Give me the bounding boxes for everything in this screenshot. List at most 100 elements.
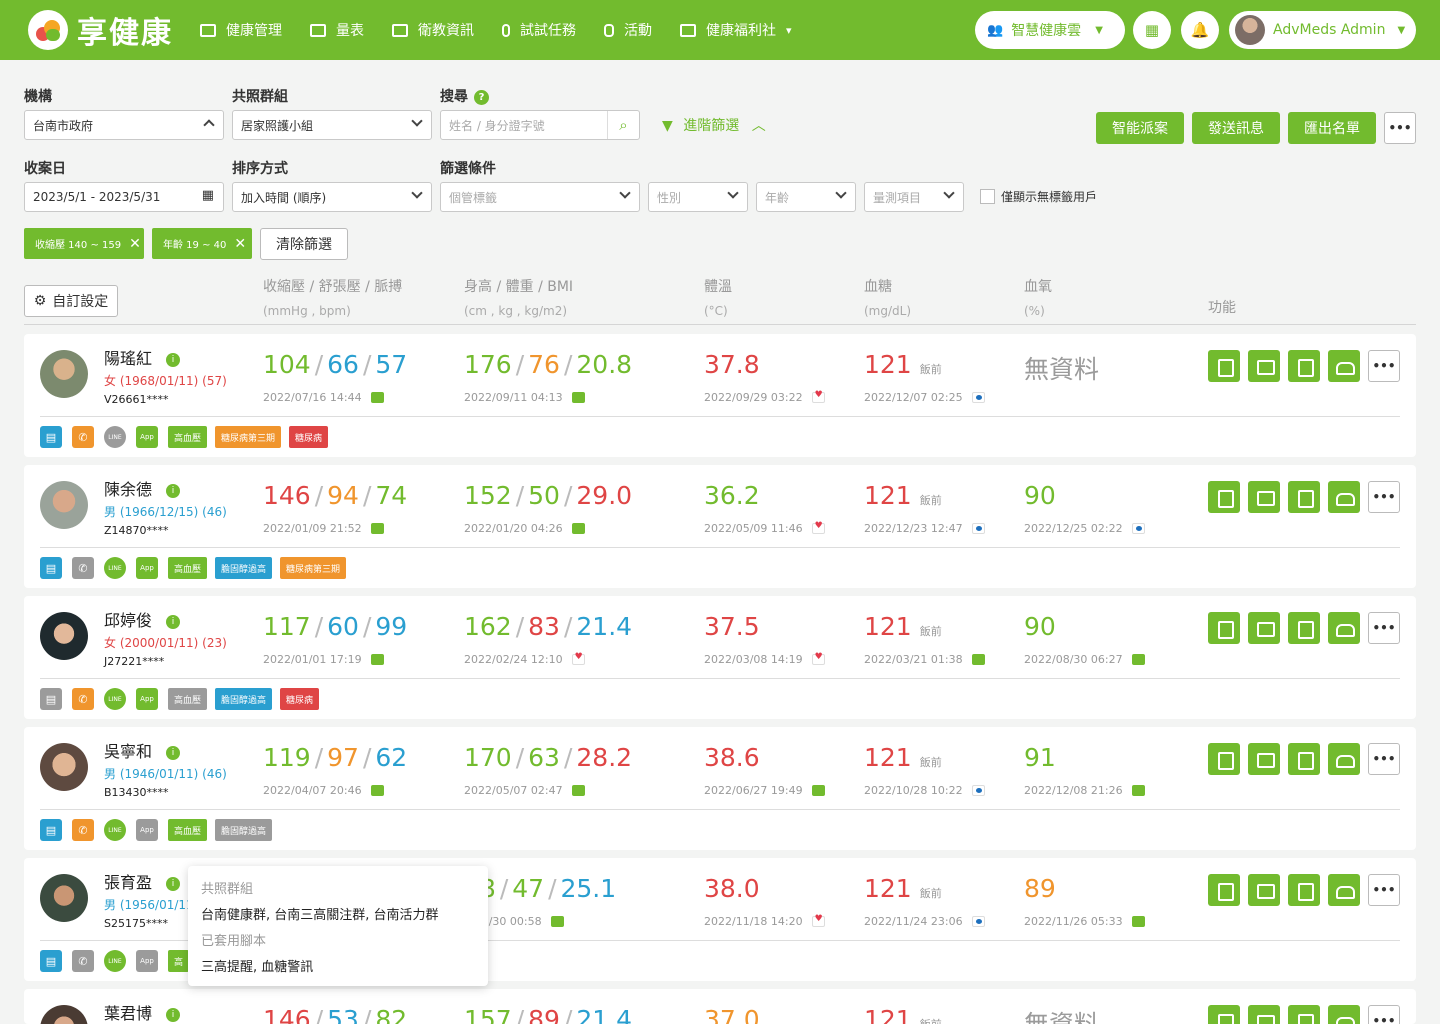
line-icon[interactable]: LINE [104, 557, 126, 579]
filter-chip[interactable]: 收縮壓 140 ~ 159 ✕ [24, 228, 144, 259]
close-icon[interactable]: ✕ [234, 236, 246, 252]
id-card-icon[interactable]: ▤ [40, 426, 62, 448]
patient-name[interactable]: 陽瑤紅 i [104, 345, 181, 369]
patient-avatar[interactable] [40, 350, 88, 398]
edit-record-button[interactable] [1288, 481, 1320, 513]
untagged-only-checkbox[interactable]: 僅顯示無標籤用戶 [980, 188, 1097, 205]
phone-icon[interactable]: ✆ [72, 950, 94, 972]
app-logo[interactable]: 享健康 [28, 9, 173, 51]
patient-name[interactable]: 吳寧和 i [104, 738, 181, 762]
patient-avatar[interactable] [40, 874, 88, 922]
id-card-icon[interactable]: ▤ [40, 819, 62, 841]
measure-select[interactable]: 量測項目 [864, 182, 964, 212]
tag-select[interactable]: 個管標籤 [440, 182, 640, 212]
patient-avatar[interactable] [40, 612, 88, 660]
help-icon[interactable]: ? [474, 89, 489, 105]
profile-button[interactable] [1208, 874, 1240, 906]
row-more-button[interactable]: ••• [1368, 612, 1400, 644]
app-icon[interactable]: App [136, 950, 158, 972]
profile-button[interactable] [1208, 481, 1240, 513]
group-button[interactable] [1328, 350, 1360, 382]
search-icon[interactable]: ⌕ [607, 111, 639, 139]
age-select[interactable]: 年齡 [756, 182, 856, 212]
edit-record-button[interactable] [1288, 612, 1320, 644]
phone-icon[interactable]: ✆ [72, 819, 94, 841]
group-button[interactable] [1328, 743, 1360, 775]
profile-button[interactable] [1208, 350, 1240, 382]
more-button[interactable]: ••• [1384, 112, 1416, 144]
close-icon[interactable]: ✕ [129, 236, 141, 252]
patient-name[interactable]: 葉君博 i [104, 1000, 181, 1024]
id-card-icon[interactable]: ▤ [40, 950, 62, 972]
user-menu[interactable]: AdvMeds Admin ▼ [1229, 11, 1416, 49]
patient-avatar[interactable] [40, 1005, 88, 1024]
id-card-icon[interactable]: ▤ [40, 688, 62, 710]
group-button[interactable] [1328, 481, 1360, 513]
nav-scales[interactable]: 量表 [310, 20, 364, 40]
sort-select[interactable]: 加入時間 (順序) [232, 182, 432, 212]
row-more-button[interactable]: ••• [1368, 350, 1400, 382]
smart-dispatch-button[interactable]: 智能派案 [1096, 112, 1184, 144]
clear-filter-button[interactable]: 清除篩選 [260, 228, 348, 260]
profile-button[interactable] [1208, 612, 1240, 644]
nav-education[interactable]: 衛教資訊 [392, 20, 474, 40]
line-icon[interactable]: LINE [104, 950, 126, 972]
info-icon[interactable]: i [166, 1008, 181, 1022]
filter-chip[interactable]: 年齡 19 ~ 40 ✕ [152, 228, 252, 259]
edit-record-button[interactable] [1288, 743, 1320, 775]
row-more-button[interactable]: ••• [1368, 481, 1400, 513]
patient-avatar[interactable] [40, 481, 88, 529]
card-button[interactable] [1248, 874, 1280, 906]
edit-record-button[interactable] [1288, 350, 1320, 382]
card-button[interactable] [1248, 1005, 1280, 1024]
app-icon[interactable]: App [136, 426, 158, 448]
nav-welfare-shop[interactable]: 健康福利社 ▾ [680, 20, 792, 40]
app-icon[interactable]: App [136, 557, 158, 579]
grid-button[interactable]: ▦ [1133, 11, 1171, 49]
send-message-button[interactable]: 發送訊息 [1192, 112, 1280, 144]
row-more-button[interactable]: ••• [1368, 743, 1400, 775]
card-button[interactable] [1248, 481, 1280, 513]
phone-icon[interactable]: ✆ [72, 557, 94, 579]
edit-record-button[interactable] [1288, 1005, 1320, 1024]
info-icon[interactable]: i [166, 877, 181, 891]
smart-cloud-dropdown[interactable]: 👥 智慧健康雲 ▼ [975, 11, 1125, 49]
phone-icon[interactable]: ✆ [72, 688, 94, 710]
profile-button[interactable] [1208, 743, 1240, 775]
edit-record-button[interactable] [1288, 874, 1320, 906]
id-card-icon[interactable]: ▤ [40, 557, 62, 579]
advanced-filter-toggle[interactable]: ▼ 進階篩選 ︿ [662, 115, 766, 135]
app-icon[interactable]: App [136, 688, 158, 710]
nav-health-management[interactable]: 健康管理 [200, 20, 282, 40]
patient-avatar[interactable] [40, 743, 88, 791]
checkbox-box[interactable] [980, 189, 995, 204]
notifications-button[interactable]: 🔔 [1181, 11, 1219, 49]
phone-icon[interactable]: ✆ [72, 426, 94, 448]
export-list-button[interactable]: 匯出名單 [1288, 112, 1376, 144]
line-icon[interactable]: LINE [104, 819, 126, 841]
line-icon[interactable]: LINE [104, 688, 126, 710]
info-icon[interactable]: i [166, 484, 181, 498]
line-icon[interactable]: LINE [104, 426, 126, 448]
row-more-button[interactable]: ••• [1368, 874, 1400, 906]
patient-name[interactable]: 陳余德 i [104, 476, 181, 500]
card-button[interactable] [1248, 612, 1280, 644]
nav-activity[interactable]: 活動 [604, 20, 652, 40]
app-icon[interactable]: App [136, 819, 158, 841]
profile-button[interactable] [1208, 1005, 1240, 1024]
custom-settings-button[interactable]: ⚙ 自訂設定 [24, 285, 118, 317]
info-icon[interactable]: i [166, 615, 181, 629]
card-button[interactable] [1248, 743, 1280, 775]
info-icon[interactable]: i [166, 353, 181, 367]
date-range-picker[interactable]: 2023/5/1 - 2023/5/31 ▦ [24, 182, 224, 212]
group-select[interactable]: 居家照護小組 [232, 110, 432, 140]
nav-tasks[interactable]: 試試任務 [502, 20, 576, 40]
patient-name[interactable]: 邱婷俊 i [104, 607, 181, 631]
card-button[interactable] [1248, 350, 1280, 382]
gender-select[interactable]: 性別 [648, 182, 748, 212]
group-button[interactable] [1328, 874, 1360, 906]
patient-name[interactable]: 張育盈 i [104, 869, 181, 893]
info-icon[interactable]: i [166, 746, 181, 760]
search-input[interactable]: 姓名 / 身分證字號 ⌕ [440, 110, 640, 140]
row-more-button[interactable]: ••• [1368, 1005, 1400, 1024]
